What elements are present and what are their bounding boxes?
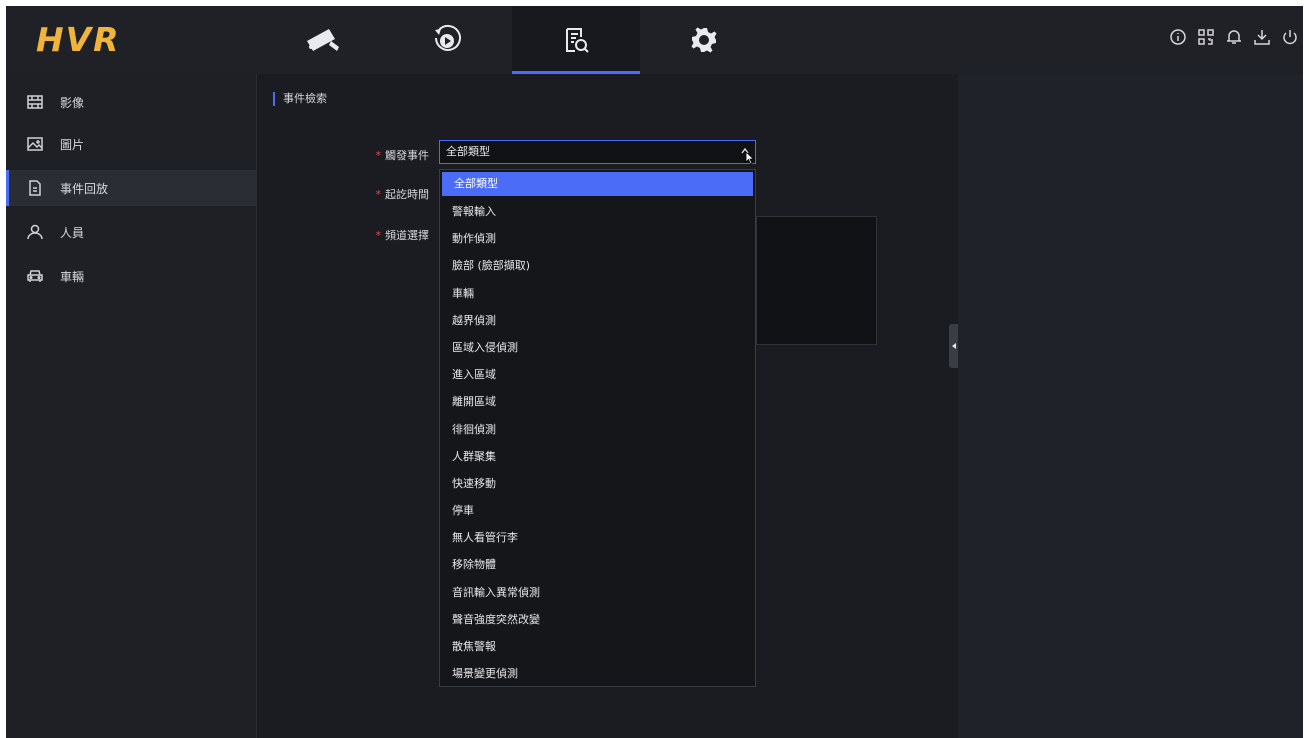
channel-list[interactable] xyxy=(756,216,877,345)
channel-select-label: * 頻道選擇 xyxy=(375,229,430,242)
sidebar-item-event-playback[interactable]: 事件回放 xyxy=(6,170,256,206)
file-search-icon xyxy=(566,28,589,53)
dropdown-option[interactable]: 散焦警報 xyxy=(440,633,755,660)
dropdown-option[interactable]: 全部類型 xyxy=(442,172,753,196)
tab-live-view[interactable] xyxy=(259,6,387,74)
sidebar-item-label: 事件回放 xyxy=(60,181,109,196)
dropdown-option[interactable]: 音訊輸入異常偵測 xyxy=(440,579,755,606)
camera-icon xyxy=(307,29,339,51)
app-window: HVR 影像 圖片 事件回放 人員 車輛 事件檢索 * 觸發事件 * 起訖時間 … xyxy=(6,6,1303,738)
dropdown-option[interactable]: 警報輸入 xyxy=(440,198,755,225)
dropdown-option[interactable]: 臉部 (臉部擷取) xyxy=(440,252,755,279)
qr-code-icon[interactable] xyxy=(1197,28,1215,46)
playback-icon xyxy=(435,24,461,51)
sidebar-item-vehicles[interactable]: 車輛 xyxy=(6,258,256,294)
tab-search[interactable] xyxy=(512,6,640,74)
time-range-label: * 起訖時間 xyxy=(375,188,430,201)
power-icon[interactable] xyxy=(1281,28,1299,46)
sidebar-item-label: 影像 xyxy=(60,95,85,110)
dropdown-option[interactable]: 進入區域 xyxy=(440,361,755,388)
dropdown-option[interactable]: 場景變更偵測 xyxy=(440,660,755,687)
dropdown-option[interactable]: 離開區域 xyxy=(440,388,755,415)
dropdown-option[interactable]: 徘徊偵測 xyxy=(440,416,755,443)
dropdown-option[interactable]: 越界偵測 xyxy=(440,307,755,334)
dropdown-option[interactable]: 移除物體 xyxy=(440,551,755,578)
event-type-dropdown: 全部類型 警報輸入 動作偵測 臉部 (臉部擷取) 車輛 越界偵測 區域入侵偵測 … xyxy=(439,169,756,687)
mouse-cursor-icon xyxy=(745,151,755,165)
sidebar-item-video[interactable]: 影像 xyxy=(6,84,256,120)
caret-left-icon xyxy=(952,343,956,349)
sidebar-item-pictures[interactable]: 圖片 xyxy=(6,126,256,162)
top-toolbar xyxy=(1169,28,1299,46)
sidebar-item-people[interactable]: 人員 xyxy=(6,214,256,250)
tab-playback[interactable] xyxy=(383,6,511,74)
sidebar-item-label: 人員 xyxy=(60,225,85,240)
download-icon[interactable] xyxy=(1253,28,1271,46)
document-icon xyxy=(29,180,41,196)
app-logo: HVR xyxy=(36,20,121,59)
dropdown-option[interactable]: 快速移動 xyxy=(440,470,755,497)
top-bar: HVR xyxy=(6,6,1303,74)
sidebar: 影像 圖片 事件回放 人員 車輛 xyxy=(6,74,257,738)
film-icon xyxy=(27,95,43,109)
dropdown-option[interactable]: 無人看管行李 xyxy=(440,524,755,551)
dropdown-option[interactable]: 人群聚集 xyxy=(440,443,755,470)
trigger-event-label: * 觸發事件 xyxy=(375,149,430,162)
image-icon xyxy=(27,137,43,151)
sidebar-item-label: 圖片 xyxy=(60,137,85,152)
dropdown-option[interactable]: 區域入侵偵測 xyxy=(440,334,755,361)
sidebar-item-label: 車輛 xyxy=(60,269,85,284)
dropdown-option[interactable]: 車輛 xyxy=(440,280,755,307)
right-panel xyxy=(958,74,1303,738)
bell-icon[interactable] xyxy=(1225,28,1243,46)
dropdown-option[interactable]: 停車 xyxy=(440,497,755,524)
gear-icon xyxy=(691,27,717,53)
info-icon[interactable] xyxy=(1169,28,1187,46)
tab-settings[interactable] xyxy=(640,6,768,74)
dropdown-option[interactable]: 動作偵測 xyxy=(440,225,755,252)
event-type-select[interactable]: 全部類型 xyxy=(439,140,756,164)
main-content: 事件檢索 * 觸發事件 * 起訖時間 * 頻道選擇 全部類型 全部類型 警報輸入 動作… xyxy=(257,74,958,738)
dropdown-option[interactable]: 聲音強度突然改變 xyxy=(440,606,755,633)
car-icon xyxy=(27,270,43,282)
select-value: 全部類型 xyxy=(446,145,490,158)
person-icon xyxy=(27,224,43,240)
section-title: 事件檢索 xyxy=(273,92,327,106)
